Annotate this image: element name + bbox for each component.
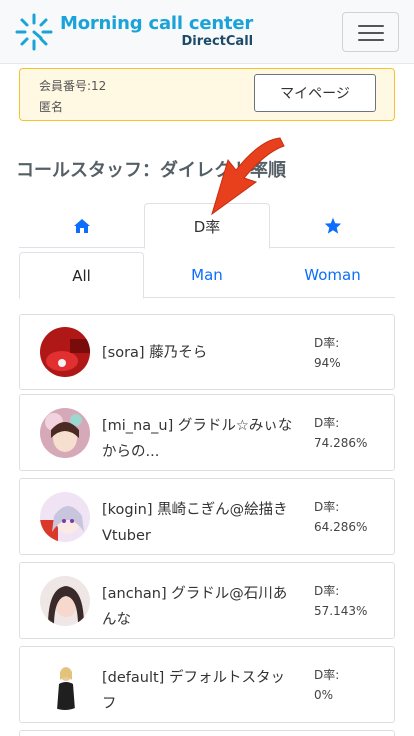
rate-label: D率:	[314, 336, 340, 350]
sunburst-logo-icon	[15, 13, 53, 51]
sort-tabs: D率	[19, 203, 395, 249]
menu-toggle-button[interactable]	[342, 12, 399, 52]
staff-name: [sora] 藤乃そら	[102, 345, 208, 361]
rate-value: 74.286%	[314, 436, 368, 450]
staff-card[interactable]: [sora] 藤乃そら D率: 94%	[19, 314, 395, 390]
rate-label: D率:	[314, 668, 340, 682]
gender-filter-tabs: All Man Woman	[19, 252, 395, 299]
tab-man[interactable]: Man	[144, 252, 270, 298]
home-icon	[73, 218, 90, 233]
member-info-box: 会員番号:12 匿名 マイページ	[19, 68, 395, 121]
hamburger-icon	[358, 25, 384, 27]
rate-value: 94%	[314, 356, 341, 370]
mypage-button[interactable]: マイページ	[254, 74, 376, 112]
brand-subtitle: DirectCall	[181, 34, 254, 49]
rate-label: D率:	[314, 584, 340, 598]
staff-avatar	[40, 492, 90, 542]
staff-avatar	[40, 576, 90, 626]
rate-value: 0%	[314, 688, 334, 702]
brand-logo[interactable]: Morning call center DirectCall	[14, 10, 253, 54]
tab-woman[interactable]: Woman	[270, 252, 395, 298]
rate-label: D率:	[314, 416, 340, 430]
star-icon	[324, 217, 341, 234]
staff-avatar	[40, 660, 90, 710]
staff-name: [mi_na_u] グラドル☆みぃなからの...	[102, 418, 293, 460]
page-title: コールスタッフ：ダイレクト率順	[16, 160, 286, 181]
tab-d-rate[interactable]: D率	[144, 203, 270, 249]
staff-avatar	[40, 408, 90, 458]
staff-card[interactable]: [anchan] グラドル@石川あんな D率: 57.143%	[19, 562, 395, 639]
member-name: 匿名	[39, 100, 64, 114]
staff-name: [kogin] 黒崎こぎん@絵描きVtuber	[102, 502, 288, 544]
tab-d-rate-label: D率	[193, 217, 221, 236]
staff-name: [default] デフォルトスタッフ	[102, 670, 285, 712]
rate-label: D率:	[314, 500, 340, 514]
tab-home[interactable]	[19, 203, 144, 248]
rate-value: 64.286%	[314, 520, 368, 534]
rate-value: 57.143%	[314, 604, 368, 618]
staff-card[interactable]: [mi_na_u] グラドル☆みぃなからの... D率: 74.286%	[19, 394, 395, 471]
brand-title: Morning call center	[60, 13, 254, 34]
tab-favorites[interactable]	[270, 203, 395, 248]
staff-card-partial	[19, 730, 395, 736]
staff-avatar	[40, 327, 90, 377]
staff-card[interactable]: [default] デフォルトスタッフ D率: 0%	[19, 646, 395, 723]
tab-all[interactable]: All	[19, 252, 144, 299]
staff-card[interactable]: [kogin] 黒崎こぎん@絵描きVtuber D率: 64.286%	[19, 478, 395, 555]
staff-name: [anchan] グラドル@石川あんな	[102, 586, 288, 628]
navbar: Morning call center DirectCall	[0, 0, 414, 64]
member-number: 会員番号:12	[39, 79, 107, 93]
